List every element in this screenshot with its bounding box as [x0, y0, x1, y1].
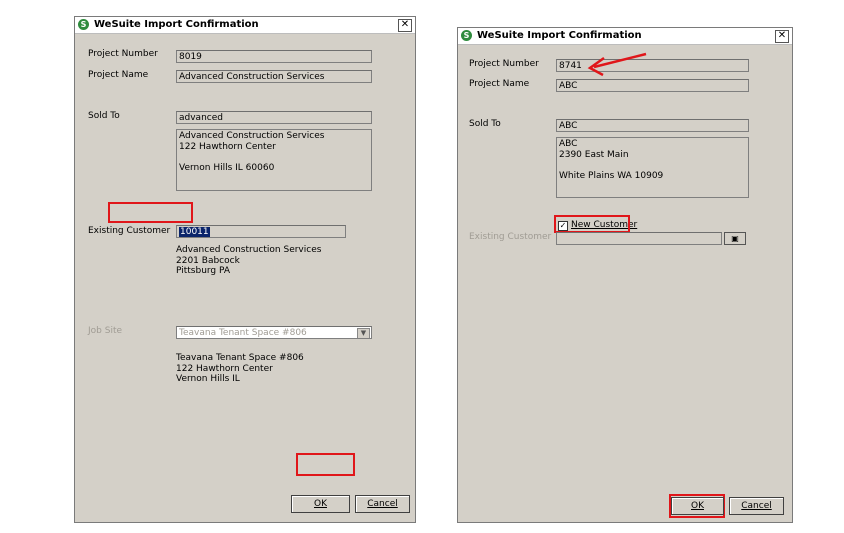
- existing-customer-address: Advanced Construction Services 2201 Babc…: [176, 245, 321, 277]
- sold-to-address: Advanced Construction Services 122 Hawth…: [176, 129, 372, 191]
- project-number-label: Project Number: [469, 59, 539, 69]
- existing-customer-field[interactable]: [556, 232, 722, 245]
- left-dialog: S WeSuite Import Confirmation ✕ Project …: [74, 16, 416, 523]
- ok-button-label: OK: [314, 499, 327, 509]
- cancel-button[interactable]: Cancel: [355, 495, 410, 513]
- existing-customer-field[interactable]: 10011: [176, 225, 346, 238]
- right-dialog-title: WeSuite Import Confirmation: [477, 30, 642, 41]
- close-icon[interactable]: ✕: [775, 30, 789, 43]
- left-dialog-title: WeSuite Import Confirmation: [94, 19, 259, 30]
- address-line: [559, 160, 746, 171]
- project-name-label: Project Name: [469, 79, 530, 89]
- address-line: 122 Hawthorn Center: [176, 363, 273, 374]
- right-title-bar: S WeSuite Import Confirmation ✕: [458, 28, 792, 45]
- existing-customer-value: 10011: [179, 227, 210, 237]
- job-site-select[interactable]: Teavana Tenant Space #806 ▼: [176, 326, 372, 339]
- red-arrow-icon: [587, 52, 647, 77]
- address-line: Advanced Construction Services: [179, 131, 325, 141]
- annotation-box: [296, 453, 355, 476]
- job-site-value: Teavana Tenant Space #806: [179, 328, 307, 338]
- existing-customer-label: Existing Customer: [88, 226, 171, 236]
- annotation-box: [108, 202, 193, 223]
- address-line: Advanced Construction Services: [176, 245, 322, 255]
- address-line: Vernon Hills IL: [176, 374, 240, 384]
- project-number-label: Project Number: [88, 49, 158, 59]
- address-line: Pittsburg PA: [176, 266, 231, 276]
- sold-to-address: ABC 2390 East Main White Plains WA 10909: [556, 137, 749, 198]
- address-line: Teavana Tenant Space #806: [176, 353, 304, 363]
- close-icon[interactable]: ✕: [398, 19, 412, 32]
- job-site-address: Teavana Tenant Space #806 122 Hawthorn C…: [176, 353, 304, 385]
- cancel-button-label: Cancel: [367, 499, 398, 509]
- wesuite-logo-icon: S: [461, 30, 472, 41]
- address-line: Vernon Hills IL 60060: [179, 162, 275, 173]
- project-name-field[interactable]: ABC: [556, 79, 749, 92]
- cancel-button-label: Cancel: [741, 501, 772, 511]
- existing-customer-label: Existing Customer: [469, 232, 552, 242]
- address-line: 122 Hawthorn Center: [179, 141, 276, 152]
- lookup-icon[interactable]: ▣: [724, 232, 746, 245]
- chevron-down-icon[interactable]: ▼: [357, 328, 370, 338]
- project-number-field[interactable]: 8019: [176, 50, 372, 63]
- sold-to-label: Sold To: [469, 119, 501, 129]
- annotation-box: [554, 215, 630, 233]
- sold-to-field[interactable]: ABC: [556, 119, 749, 132]
- ok-button-label: OK: [691, 501, 704, 511]
- project-name-label: Project Name: [88, 70, 149, 80]
- address-line: ABC: [559, 139, 578, 149]
- address-line: [179, 152, 369, 163]
- job-site-label: Job Site: [88, 326, 123, 336]
- sold-to-label: Sold To: [88, 111, 120, 121]
- address-line: 2390 East Main: [559, 149, 629, 160]
- address-line: White Plains WA 10909: [559, 170, 664, 181]
- address-line: 2201 Babcock: [176, 255, 240, 266]
- cancel-button[interactable]: Cancel: [729, 497, 784, 515]
- project-name-field[interactable]: Advanced Construction Services: [176, 70, 372, 83]
- ok-button[interactable]: OK: [291, 495, 350, 513]
- wesuite-logo-icon: S: [78, 19, 89, 30]
- ok-button[interactable]: OK: [671, 497, 724, 515]
- left-title-bar: S WeSuite Import Confirmation ✕: [75, 17, 415, 34]
- sold-to-field[interactable]: advanced: [176, 111, 372, 124]
- right-dialog: S WeSuite Import Confirmation ✕ Project …: [457, 27, 793, 523]
